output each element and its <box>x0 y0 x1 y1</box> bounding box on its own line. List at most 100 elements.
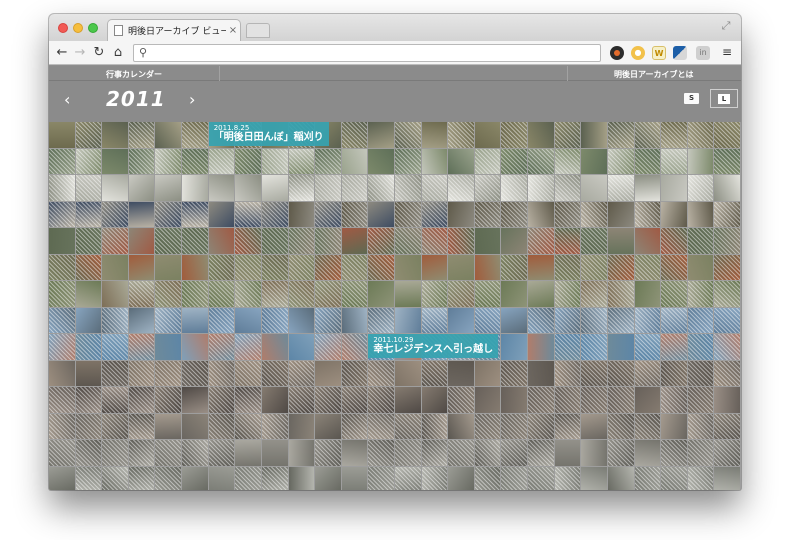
photo-thumbnail[interactable] <box>421 201 448 227</box>
photo-thumbnail[interactable] <box>155 201 182 227</box>
photo-thumbnail[interactable] <box>474 254 501 280</box>
photo-thumbnail[interactable] <box>554 281 581 307</box>
photo-thumbnail[interactable] <box>75 281 102 307</box>
photo-thumbnail[interactable] <box>341 254 368 280</box>
photo-thumbnail[interactable] <box>581 360 607 386</box>
photo-thumbnail[interactable] <box>528 466 554 490</box>
photo-thumbnail[interactable] <box>155 175 182 201</box>
photo-thumbnail[interactable] <box>341 466 368 490</box>
photo-thumbnail[interactable] <box>714 175 740 201</box>
photo-thumbnail[interactable] <box>687 307 714 333</box>
photo-thumbnail[interactable] <box>288 175 315 201</box>
photo-thumbnail[interactable] <box>528 254 554 280</box>
photo-thumbnail[interactable] <box>128 307 155 333</box>
photo-thumbnail[interactable] <box>687 360 714 386</box>
photo-thumbnail[interactable] <box>395 148 421 174</box>
photo-thumbnail[interactable] <box>661 175 687 201</box>
photo-thumbnail[interactable] <box>581 254 607 280</box>
photo-thumbnail[interactable] <box>687 175 714 201</box>
photo-thumbnail[interactable] <box>661 360 687 386</box>
photo-thumbnail[interactable] <box>182 254 208 280</box>
photo-thumbnail[interactable] <box>421 281 448 307</box>
photo-thumbnail[interactable] <box>49 307 75 333</box>
photo-thumbnail[interactable] <box>528 201 554 227</box>
photo-thumbnail[interactable] <box>288 387 315 413</box>
photo-thumbnail[interactable] <box>49 360 75 386</box>
reload-icon[interactable]: ↻ <box>91 44 107 62</box>
photo-thumbnail[interactable] <box>128 254 155 280</box>
photo-thumbnail[interactable] <box>421 360 448 386</box>
photo-thumbnail[interactable] <box>75 254 102 280</box>
photo-thumbnail[interactable] <box>607 228 634 254</box>
photo-thumbnail[interactable] <box>208 360 235 386</box>
photo-thumbnail[interactable] <box>235 466 261 490</box>
photo-thumbnail[interactable] <box>501 148 528 174</box>
photo-thumbnail[interactable] <box>368 387 394 413</box>
photo-thumbnail[interactable] <box>474 175 501 201</box>
photo-thumbnail[interactable] <box>49 175 75 201</box>
photo-thumbnail[interactable] <box>421 228 448 254</box>
photo-thumbnail[interactable] <box>315 254 341 280</box>
photo-thumbnail[interactable] <box>661 307 687 333</box>
photo-thumbnail[interactable] <box>235 228 261 254</box>
size-small-button[interactable]: S <box>684 93 699 104</box>
photo-thumbnail[interactable] <box>554 175 581 201</box>
size-large-button[interactable]: L <box>710 89 738 108</box>
photo-thumbnail[interactable] <box>714 307 740 333</box>
photo-thumbnail[interactable] <box>634 466 661 490</box>
photo-thumbnail[interactable] <box>528 360 554 386</box>
photo-thumbnail[interactable] <box>395 440 421 466</box>
photo-thumbnail[interactable] <box>182 466 208 490</box>
photo-thumbnail[interactable] <box>315 440 341 466</box>
photo-thumbnail[interactable] <box>395 201 421 227</box>
photo-thumbnail[interactable] <box>634 387 661 413</box>
photo-thumbnail[interactable] <box>75 201 102 227</box>
photo-thumbnail[interactable] <box>182 201 208 227</box>
fullscreen-icon[interactable]: ⤢ <box>719 19 733 33</box>
photo-thumbnail[interactable] <box>368 360 394 386</box>
photo-thumbnail[interactable] <box>102 360 128 386</box>
photo-thumbnail[interactable] <box>714 228 740 254</box>
photo-thumbnail[interactable] <box>261 307 288 333</box>
photo-thumbnail[interactable] <box>208 228 235 254</box>
photo-thumbnail[interactable] <box>155 440 182 466</box>
menu-icon[interactable]: ≡ <box>721 45 733 59</box>
photo-thumbnail[interactable] <box>315 387 341 413</box>
photo-thumbnail[interactable] <box>235 254 261 280</box>
photo-thumbnail[interactable] <box>155 413 182 439</box>
photo-thumbnail[interactable] <box>128 281 155 307</box>
photo-thumbnail[interactable] <box>634 175 661 201</box>
photo-thumbnail[interactable] <box>607 307 634 333</box>
photo-thumbnail[interactable] <box>687 466 714 490</box>
photo-thumbnail[interactable] <box>315 175 341 201</box>
photo-thumbnail[interactable] <box>75 360 102 386</box>
photo-thumbnail[interactable] <box>102 228 128 254</box>
photo-thumbnail[interactable] <box>554 148 581 174</box>
photo-thumbnail[interactable] <box>288 334 315 360</box>
photo-thumbnail[interactable] <box>128 387 155 413</box>
photo-thumbnail[interactable] <box>474 466 501 490</box>
photo-thumbnail[interactable] <box>102 307 128 333</box>
photo-thumbnail[interactable] <box>421 254 448 280</box>
photo-thumbnail[interactable] <box>448 440 474 466</box>
photo-thumbnail[interactable] <box>208 334 235 360</box>
photo-thumbnail[interactable] <box>581 440 607 466</box>
photo-thumbnail[interactable] <box>49 201 75 227</box>
photo-thumbnail[interactable] <box>634 148 661 174</box>
photo-thumbnail[interactable] <box>661 413 687 439</box>
photo-thumbnail[interactable] <box>714 122 740 148</box>
photo-thumbnail[interactable] <box>634 440 661 466</box>
photo-thumbnail[interactable] <box>261 228 288 254</box>
photo-thumbnail[interactable] <box>501 175 528 201</box>
photo-thumbnail[interactable] <box>687 387 714 413</box>
photo-thumbnail[interactable] <box>155 122 182 148</box>
photo-thumbnail[interactable] <box>261 148 288 174</box>
photo-thumbnail[interactable] <box>421 387 448 413</box>
photo-thumbnail[interactable] <box>315 413 341 439</box>
photo-thumbnail[interactable] <box>341 334 368 360</box>
photo-thumbnail[interactable] <box>501 254 528 280</box>
photo-thumbnail[interactable] <box>128 413 155 439</box>
photo-thumbnail[interactable] <box>288 466 315 490</box>
photo-thumbnail[interactable] <box>368 307 394 333</box>
photo-thumbnail[interactable] <box>714 281 740 307</box>
